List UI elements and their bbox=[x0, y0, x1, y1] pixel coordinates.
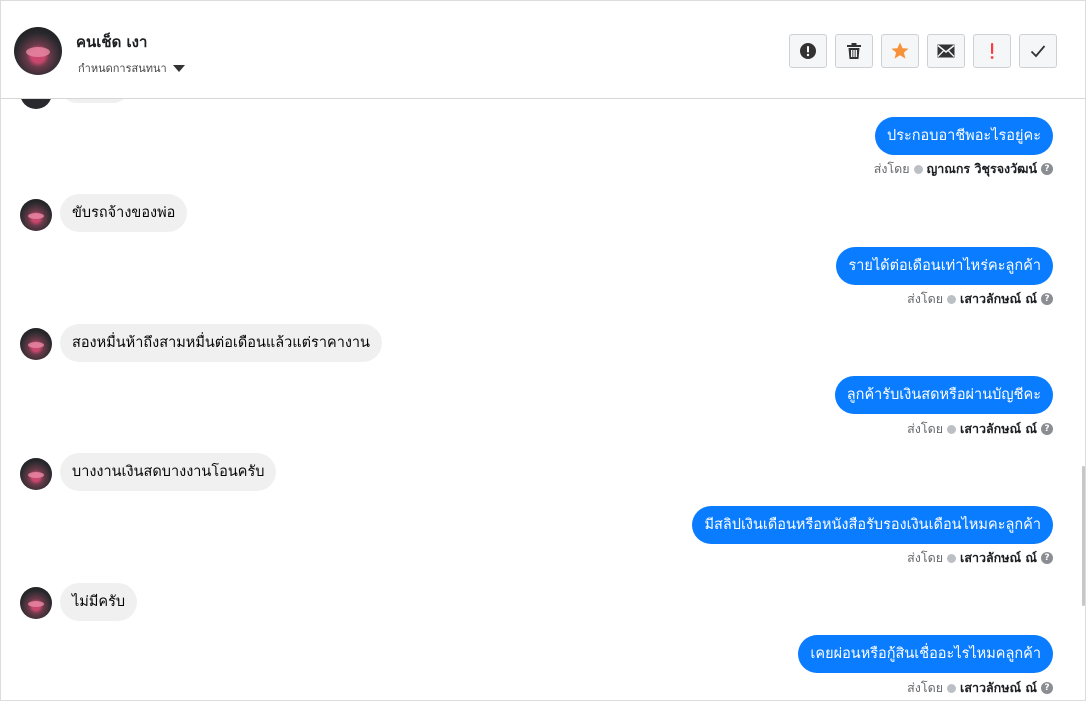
message-sender-info: ส่งโดย เสาวลักษณ์ ณ์ ? bbox=[907, 289, 1053, 309]
message-bubble-outgoing[interactable]: ลูกค้ารับเงินสดหรือผ่านบัญชีคะ bbox=[834, 376, 1053, 414]
sent-by-label: ส่งโดย bbox=[907, 550, 944, 565]
exclamation-circle-icon bbox=[800, 43, 816, 59]
message-sender-info: ส่งโดย ญาณกร วิชุรจงวัฒน์ ? bbox=[874, 159, 1053, 179]
scrollbar[interactable] bbox=[1082, 99, 1085, 700]
caret-down-icon bbox=[172, 64, 185, 72]
message-sender-info: ส่งโดย เสาวลักษณ์ ณ์ ? bbox=[907, 419, 1053, 439]
report-button[interactable] bbox=[789, 34, 827, 68]
exclamation-icon bbox=[990, 43, 994, 59]
message-sender-info: ส่งโดย เสาวลักษณ์ ณ์ ? bbox=[907, 548, 1053, 568]
avatar[interactable] bbox=[20, 328, 52, 360]
help-icon[interactable]: ? bbox=[1041, 293, 1053, 305]
message-bubble-incoming[interactable]: ไม่มีครับ bbox=[60, 583, 138, 621]
action-toolbar bbox=[789, 34, 1057, 68]
sent-status-icon bbox=[913, 164, 923, 174]
message-thread[interactable]: ประกอบอาชีพอะไรอยู่คะ ส่งโดย ญาณกร วิชุร… bbox=[1, 69, 1085, 700]
help-icon[interactable]: ? bbox=[1041, 423, 1053, 435]
help-icon[interactable]: ? bbox=[1041, 682, 1053, 694]
sent-by-label: ส่งโดย bbox=[907, 421, 944, 436]
message-bubble-incoming[interactable]: บางงานเงินสดบางงานโอนครับ bbox=[60, 453, 277, 491]
email-button[interactable] bbox=[927, 34, 965, 68]
message-bubble-incoming[interactable]: ขับรถจ้างของพ่อ bbox=[60, 194, 188, 232]
contact-name[interactable]: คนเช็ด เงา bbox=[76, 30, 147, 54]
sent-by-label: ส่งโดย bbox=[907, 680, 944, 695]
sender-name[interactable]: เสาวลักษณ์ ณ์ bbox=[960, 289, 1037, 309]
message-bubble-outgoing[interactable]: เคยผ่อนหรือกู้สินเชื่ออะไรไหมคลูกค้า bbox=[798, 635, 1053, 673]
scrollbar-thumb[interactable] bbox=[1082, 466, 1085, 606]
sent-by-label: ส่งโดย bbox=[873, 161, 910, 176]
message-sender-info: ส่งโดย เสาวลักษณ์ ณ์ ? bbox=[907, 678, 1053, 698]
trash-icon bbox=[847, 43, 861, 59]
star-icon bbox=[891, 42, 909, 59]
star-button[interactable] bbox=[881, 34, 919, 68]
sender-name[interactable]: ญาณกร วิชุรจงวัฒน์ bbox=[927, 159, 1037, 179]
conversation-schedule-label: กำหนดการสนทนา bbox=[78, 62, 167, 75]
sent-status-icon bbox=[947, 424, 957, 434]
sent-by-label: ส่งโดย bbox=[907, 291, 944, 306]
conversation-header: คนเช็ด เงา กำหนดการสนทนา bbox=[1, 1, 1085, 99]
conversation-schedule-dropdown[interactable]: กำหนดการสนทนา bbox=[78, 59, 185, 77]
message-bubble-outgoing[interactable]: มีสลิปเงินเดือนหรือหนังสือรับรองเงินเดือ… bbox=[692, 506, 1053, 544]
delete-button[interactable] bbox=[835, 34, 873, 68]
check-icon bbox=[1030, 45, 1046, 58]
avatar[interactable] bbox=[20, 458, 52, 490]
sent-status-icon bbox=[947, 553, 957, 563]
sent-status-icon bbox=[947, 683, 957, 693]
conversation-window: คนเช็ด เงา กำหนดการสนทนา ประกอบอาชีพอะไร… bbox=[0, 0, 1086, 701]
sent-status-icon bbox=[947, 294, 957, 304]
help-icon[interactable]: ? bbox=[1041, 163, 1053, 175]
done-button[interactable] bbox=[1019, 34, 1057, 68]
sender-name[interactable]: เสาวลักษณ์ ณ์ bbox=[960, 419, 1037, 439]
important-button[interactable] bbox=[973, 34, 1011, 68]
sender-name[interactable]: เสาวลักษณ์ ณ์ bbox=[960, 548, 1037, 568]
avatar[interactable] bbox=[20, 199, 52, 231]
avatar[interactable] bbox=[20, 587, 52, 619]
message-bubble-outgoing[interactable]: ประกอบอาชีพอะไรอยู่คะ bbox=[875, 117, 1053, 155]
message-bubble-outgoing[interactable]: รายได้ต่อเดือนเท่าไหร่คะลูกค้า bbox=[836, 247, 1053, 285]
sender-name[interactable]: เสาวลักษณ์ ณ์ bbox=[960, 678, 1037, 698]
envelope-icon bbox=[937, 44, 955, 58]
contact-avatar[interactable] bbox=[14, 27, 62, 75]
help-icon[interactable]: ? bbox=[1041, 552, 1053, 564]
message-bubble-incoming[interactable]: สองหมื่นห้าถึงสามหมื่นต่อเดือนแล้วแต่ราค… bbox=[60, 324, 382, 362]
